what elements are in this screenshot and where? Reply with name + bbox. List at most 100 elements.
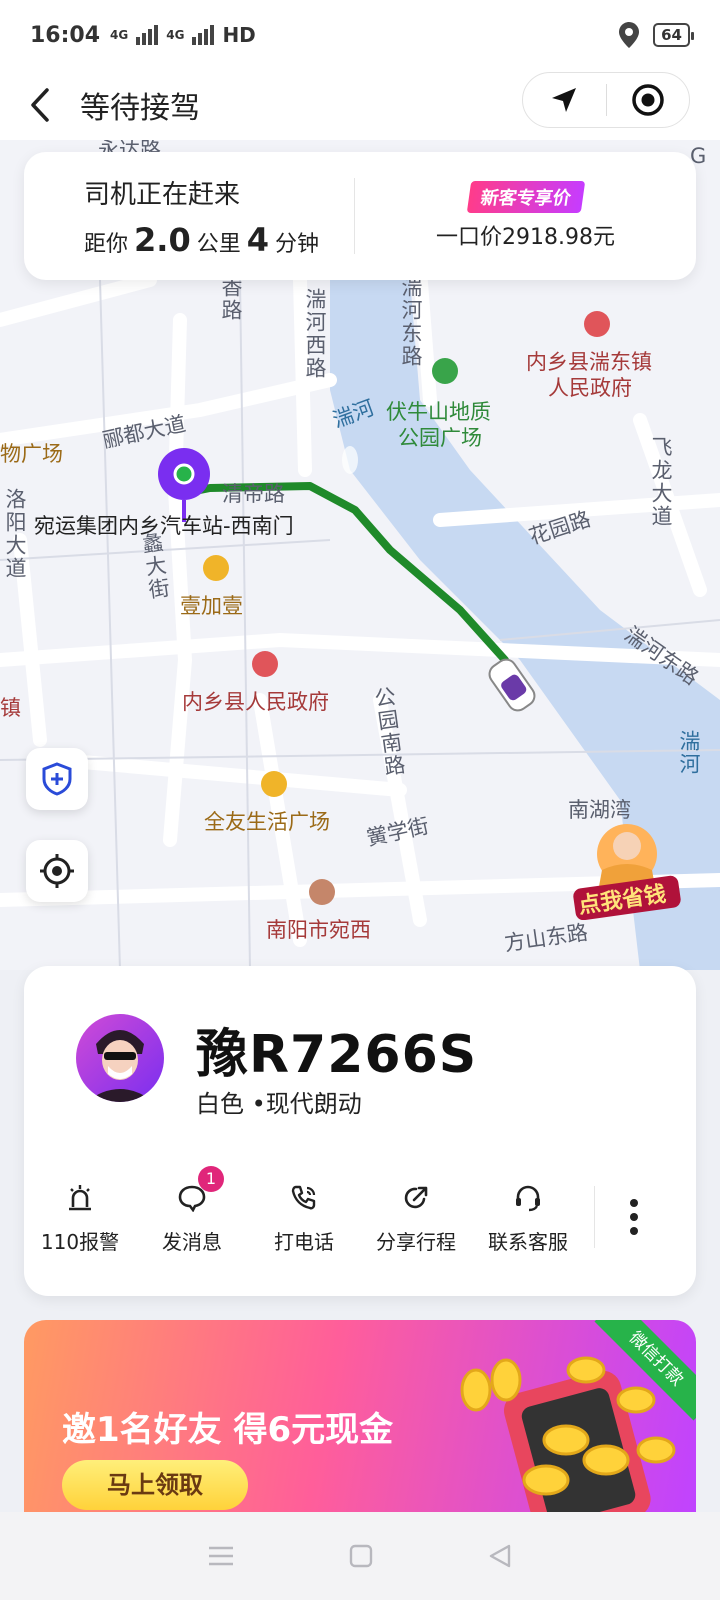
road-12 xyxy=(53,753,407,797)
more-dot xyxy=(630,1227,638,1235)
banner-headline: 邀1名好友 得6元现金 xyxy=(62,1410,394,1450)
hd-label: HD xyxy=(222,23,256,47)
navigation-arrow-icon xyxy=(552,88,577,112)
share-trip-button[interactable]: 分享行程 xyxy=(360,1180,472,1255)
signal-bars-icon-2 xyxy=(192,25,215,45)
relocate-button[interactable] xyxy=(26,840,88,902)
chevron-left-icon xyxy=(31,88,49,122)
invite-friend-banner[interactable]: 微信打款 邀1名好友 得6元现金 马上领取 xyxy=(24,1320,696,1512)
price-panel[interactable]: 新客专享价 一口价2918.98元 xyxy=(355,181,696,251)
distance-line: 距你 2.0 公里 4 分钟 xyxy=(84,221,354,259)
back-triangle-icon[interactable] xyxy=(487,1543,513,1569)
map-label-school: 南阳市宛西 xyxy=(266,918,371,942)
river-island xyxy=(342,446,358,474)
signal-bars-icon xyxy=(136,25,159,45)
save-money-badge[interactable]: 点我省钱 xyxy=(572,810,682,921)
share-trip-label: 分享行程 xyxy=(376,1229,456,1254)
mini-program-capsule xyxy=(522,72,690,128)
location-pin-icon xyxy=(619,22,640,48)
map-label-wuguangchang: 物广场 xyxy=(0,442,63,466)
send-message-label: 发消息 xyxy=(162,1229,222,1254)
trip-info-card: 司机正在赶来 距你 2.0 公里 4 分钟 新客专享价 一口价2918.98元 xyxy=(24,152,696,280)
unread-message-count: 1 xyxy=(198,1165,224,1192)
customer-service-label: 联系客服 xyxy=(488,1229,568,1254)
distance-prefix: 距你 xyxy=(84,231,129,257)
safety-shield-button[interactable] xyxy=(26,748,88,810)
driver-avatar xyxy=(76,1014,164,1102)
phone-icon-wrap xyxy=(290,1180,318,1216)
map-label-yijiayi: 壹加壹 xyxy=(180,594,243,618)
fixed-price: 一口价2918.98元 xyxy=(436,225,615,250)
avatar-person-icon xyxy=(86,1030,154,1102)
crosshair-icon xyxy=(40,854,74,888)
minor-road-1 xyxy=(99,279,121,970)
map-label-tuanhe-east: 湍河东路 xyxy=(399,276,423,368)
distance-unit: 公里 xyxy=(196,231,241,257)
headset-icon xyxy=(516,1185,540,1211)
call-driver-button[interactable]: 打电话 xyxy=(248,1180,360,1255)
call-driver-label: 打电话 xyxy=(274,1229,334,1254)
signal-indicators: 4G 4G HD xyxy=(110,23,256,47)
system-nav-bar xyxy=(0,1512,720,1600)
map-label-feilong: 飞龙大道 xyxy=(649,436,673,528)
home-square-icon[interactable] xyxy=(348,1543,374,1569)
top-bar: 等待接驾 xyxy=(0,70,720,140)
map-label-county-gov: 内乡县人民政府 xyxy=(182,690,329,714)
minutes-unit: 分钟 xyxy=(274,231,319,257)
school-poi-icon xyxy=(309,879,335,905)
map-label-luoyang: 洛阳大道 xyxy=(3,488,27,580)
distance-value: 2.0 xyxy=(134,220,191,259)
map-label-xiang: 香路 xyxy=(219,276,243,322)
record-circle-icon xyxy=(632,84,664,116)
police-110-button[interactable]: 110报警 xyxy=(24,1180,136,1255)
more-dot xyxy=(630,1213,638,1221)
network-label-1: 4G xyxy=(110,28,129,42)
license-plate: 豫R7266S xyxy=(196,1025,478,1085)
mall-poi-icon xyxy=(261,771,287,797)
menu-icon[interactable] xyxy=(207,1545,235,1567)
shield-plus-icon xyxy=(42,762,72,796)
car-description: 白色 •现代朗动 xyxy=(196,1090,362,1118)
shop-poi-icon xyxy=(203,555,229,581)
new-customer-tag: 新客专享价 xyxy=(466,181,585,213)
county-gov-poi-icon xyxy=(252,651,278,677)
police-110-label: 110报警 xyxy=(40,1229,120,1254)
map-label-quanyou: 全友生活广场 xyxy=(204,810,330,834)
gov-poi-icon xyxy=(584,311,610,337)
road-13 xyxy=(0,273,157,327)
back-button[interactable] xyxy=(0,70,80,140)
battery-indicator: 64 xyxy=(653,23,694,47)
minor-road-2 xyxy=(239,279,251,970)
map-label-dongzhen-gov-2: 人民政府 xyxy=(548,376,632,400)
map-label-zhen: 镇 xyxy=(0,696,21,720)
close-miniprogram-button[interactable] xyxy=(607,73,690,127)
road-2 xyxy=(163,313,193,847)
action-bar: 110报警 1 发消息 打电话 分享行程 联系客服 xyxy=(24,1165,696,1262)
driver-card: 豫R7266S 白色 •现代朗动 110报警 1 发消息 打电话 分享行程 联系… xyxy=(24,966,696,1296)
share-icon xyxy=(404,1186,428,1208)
minutes-value: 4 xyxy=(246,220,269,259)
share-icon-wrap xyxy=(402,1180,430,1216)
more-dot xyxy=(630,1199,638,1207)
pickup-marker-dot xyxy=(173,463,195,485)
map-label-park-2: 公园广场 xyxy=(398,426,482,450)
headset-icon-wrap xyxy=(513,1180,543,1216)
customer-service-button[interactable]: 联系客服 xyxy=(472,1180,584,1255)
status-bar: 16:04 4G 4G HD 64 xyxy=(0,0,720,70)
alarm-icon xyxy=(69,1184,91,1210)
eta-panel: 司机正在赶来 距你 2.0 公里 4 分钟 xyxy=(24,174,354,259)
park-poi-icon xyxy=(432,358,458,384)
driver-status: 司机正在赶来 xyxy=(84,179,241,210)
send-message-button[interactable]: 1 发消息 xyxy=(136,1165,248,1255)
navigate-button[interactable] xyxy=(523,73,606,127)
network-label-2: 4G xyxy=(166,28,185,42)
page-title: 等待接驾 xyxy=(80,91,200,126)
map-label-tuan-river-2: 湍河 xyxy=(677,730,701,776)
claim-now-button[interactable]: 马上领取 xyxy=(62,1460,248,1510)
map-label-qingdi: 清帝路 xyxy=(222,482,285,506)
more-options-button[interactable] xyxy=(595,1199,673,1235)
phone-icon xyxy=(291,1185,316,1209)
alarm-icon-wrap xyxy=(67,1180,93,1216)
map-label-tuanhe-west: 湍河西路 xyxy=(303,288,327,380)
status-time: 16:04 xyxy=(30,22,101,48)
